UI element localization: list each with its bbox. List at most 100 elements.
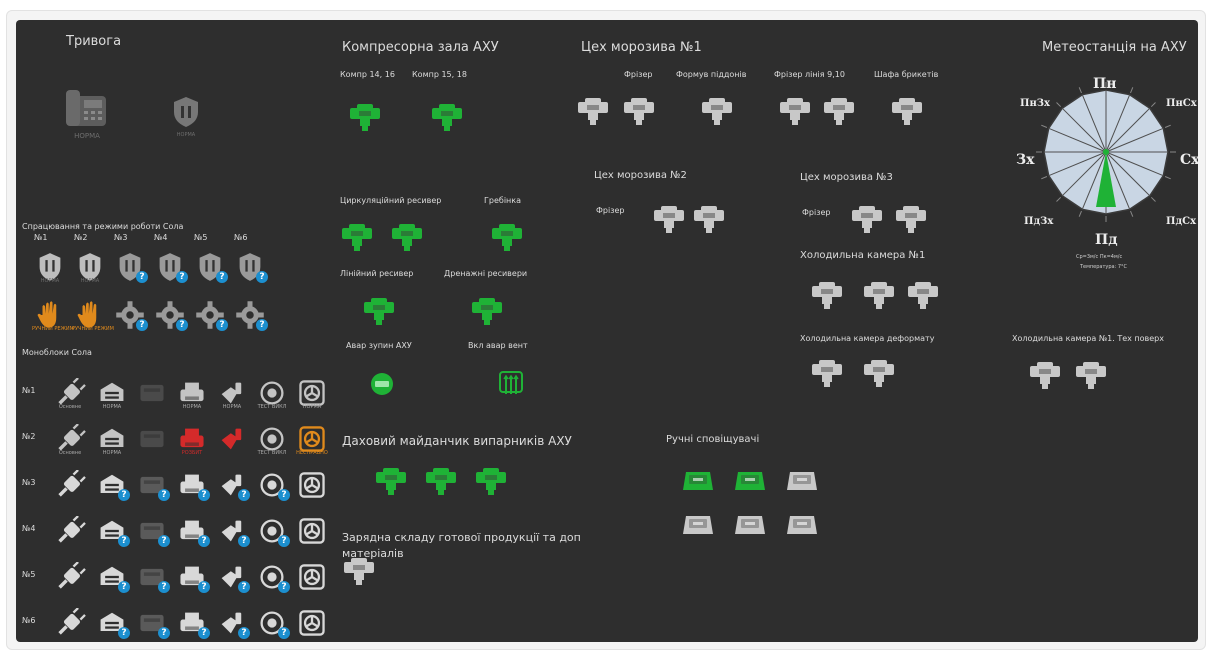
wind-rose — [1036, 82, 1176, 222]
salt-gear-icon-4[interactable]: ? — [154, 300, 188, 331]
icecream2-freezer-sensor-2[interactable] — [692, 204, 726, 234]
mono-speaker-icon-r5[interactable]: ? — [216, 562, 250, 593]
mono-box-icon-r4[interactable]: ? — [136, 516, 170, 547]
circulation-receiver-sensor-2[interactable] — [390, 222, 424, 252]
mono-dial-icon-r6[interactable]: ? — [256, 608, 290, 639]
mono-plug-icon-r3[interactable] — [54, 470, 86, 500]
circulation-receiver-sensor-1[interactable] — [340, 222, 374, 252]
temperature: Температура: 7°С — [1080, 264, 1128, 270]
mono-fan-icon-r3[interactable] — [296, 470, 328, 500]
mono-speaker-icon-r4[interactable]: ? — [216, 516, 250, 547]
compass-west: Зх — [1016, 152, 1035, 168]
compass-east: Сх — [1180, 152, 1198, 168]
drain-receiver-sensor[interactable] — [470, 296, 504, 326]
manual-call-point-3[interactable] — [786, 466, 818, 494]
cold1-tech-sensor-2[interactable] — [1074, 360, 1108, 390]
cold1-sensor-3[interactable] — [906, 280, 940, 310]
mono-plug-icon-r5[interactable] — [54, 562, 86, 592]
salt-shield-icon-4[interactable]: ? — [154, 252, 188, 283]
cold-deformat-sensor-2[interactable] — [862, 358, 896, 388]
mono-box-icon-r2[interactable] — [136, 424, 168, 454]
icecream1-freezer-sensor-1[interactable] — [576, 96, 610, 126]
mono-speaker-icon-r6[interactable]: ? — [216, 608, 250, 639]
mono-fan-icon-r1-caption: НОРМА — [302, 404, 322, 410]
mono-printer-icon-r4[interactable]: ? — [176, 516, 210, 547]
salt-shield-icon-3[interactable]: ? — [114, 252, 148, 283]
unknown-state-badge: ? — [118, 535, 130, 547]
tray-former-sensor[interactable] — [700, 96, 734, 126]
compressor-14-16-sensor[interactable] — [348, 102, 382, 132]
mono-box-icon-r5[interactable]: ? — [136, 562, 170, 593]
mono-row-label: №6 — [22, 616, 36, 625]
mono-plug-icon-r4[interactable] — [54, 516, 86, 546]
mono-speaker-icon-r2[interactable] — [216, 424, 248, 454]
salt-shield-icon-2-caption: НОРМА — [80, 278, 100, 284]
mono-box-icon-r3[interactable]: ? — [136, 470, 170, 501]
mono-server-icon-r6[interactable]: ? — [96, 608, 130, 639]
unknown-state-badge: ? — [198, 535, 210, 547]
mono-box-icon-r6[interactable]: ? — [136, 608, 170, 639]
icecream1-title: Цех морозива №1 — [581, 40, 702, 55]
freezer-line-sensor-1[interactable] — [778, 96, 812, 126]
icecream3-freezer-sensor-2[interactable] — [894, 204, 928, 234]
manual-call-point-1[interactable] — [682, 466, 714, 494]
line-receiver-sensor[interactable] — [362, 296, 396, 326]
cold-deformat-sensor-1[interactable] — [810, 358, 844, 388]
mono-plug-icon-r6[interactable] — [54, 608, 86, 638]
comb-sensor[interactable] — [490, 222, 524, 252]
mono-dial-icon-r4[interactable]: ? — [256, 516, 290, 547]
salt-shield-icon-5[interactable]: ? — [194, 252, 228, 283]
mono-dial-icon-r3[interactable]: ? — [256, 470, 290, 501]
manual-call-point-4[interactable] — [682, 510, 714, 538]
roof-sensor-3[interactable] — [474, 466, 508, 496]
mono-server-icon-r3[interactable]: ? — [96, 470, 130, 501]
cold1-sensor-2[interactable] — [862, 280, 896, 310]
roof-sensor-1[interactable] — [374, 466, 408, 496]
cold1-sensor-1[interactable] — [810, 280, 844, 310]
mono-server-icon-r4[interactable]: ? — [96, 516, 130, 547]
icecream3-freezer-sensor-1[interactable] — [850, 204, 884, 234]
phone-icon[interactable]: НОРМА — [64, 88, 110, 140]
mono-printer-icon-r3[interactable]: ? — [176, 470, 210, 501]
salt-gear-icon-3[interactable]: ? — [114, 300, 148, 331]
briquette-cabinet-sensor[interactable] — [890, 96, 924, 126]
salt-title: Спрацювання та режими роботи Сола — [22, 222, 184, 231]
freezer-line-sensor-2[interactable] — [822, 96, 856, 126]
mono-fan-icon-r4[interactable] — [296, 516, 328, 546]
emergency-vent-indicator[interactable] — [498, 370, 524, 396]
unknown-state-badge: ? — [238, 535, 250, 547]
emergency-stop-indicator[interactable] — [370, 372, 394, 396]
unknown-state-badge: ? — [198, 581, 210, 593]
manual-call-point-6[interactable] — [786, 510, 818, 538]
salt-shield-icon-6[interactable]: ? — [234, 252, 268, 283]
salt-gear-icon-5[interactable]: ? — [194, 300, 228, 331]
mono-dial-icon-r5[interactable]: ? — [256, 562, 290, 593]
mono-fan-icon-r5[interactable] — [296, 562, 328, 592]
mono-box-icon-r1[interactable] — [136, 378, 168, 408]
roof-sensor-2[interactable] — [424, 466, 458, 496]
salt-gear-icon-6[interactable]: ? — [234, 300, 268, 331]
manual-call-point-5[interactable] — [734, 510, 766, 538]
cold1-tech-sensor-1[interactable] — [1028, 360, 1062, 390]
salt-col-2: №2 — [74, 233, 88, 242]
unknown-state-badge: ? — [238, 627, 250, 639]
mono-printer-icon-r5[interactable]: ? — [176, 562, 210, 593]
alarm-shield-icon[interactable]: НОРМА — [171, 96, 201, 138]
icecream1-freezer-sensor-2[interactable] — [622, 96, 656, 126]
icecream2-freezer-sensor-1[interactable] — [652, 204, 686, 234]
mono-printer-icon-r6[interactable]: ? — [176, 608, 210, 639]
compass-southwest: ПдЗх — [1024, 216, 1054, 227]
compass-northwest: ПнЗх — [1020, 98, 1050, 109]
mono-fan-icon-r6[interactable] — [296, 608, 328, 638]
compressor-group2-label: Компр 15, 18 — [412, 70, 467, 79]
mono-speaker-icon-r3[interactable]: ? — [216, 470, 250, 501]
compressor-15-18-sensor[interactable] — [430, 102, 464, 132]
briquette-cabinet-label: Шафа брикетів — [874, 70, 939, 79]
mono-server-icon-r5[interactable]: ? — [96, 562, 130, 593]
icecream2-freezer-label: Фрізер — [596, 206, 625, 215]
charging-sensor[interactable] — [342, 556, 376, 586]
mono-fan-icon-r2-caption: НЕСПРАВНО — [296, 450, 328, 456]
unknown-state-badge: ? — [136, 271, 148, 283]
mono-dial-icon-r1-caption: ТЕСТ ВИКЛ — [257, 404, 287, 410]
manual-call-point-2[interactable] — [734, 466, 766, 494]
